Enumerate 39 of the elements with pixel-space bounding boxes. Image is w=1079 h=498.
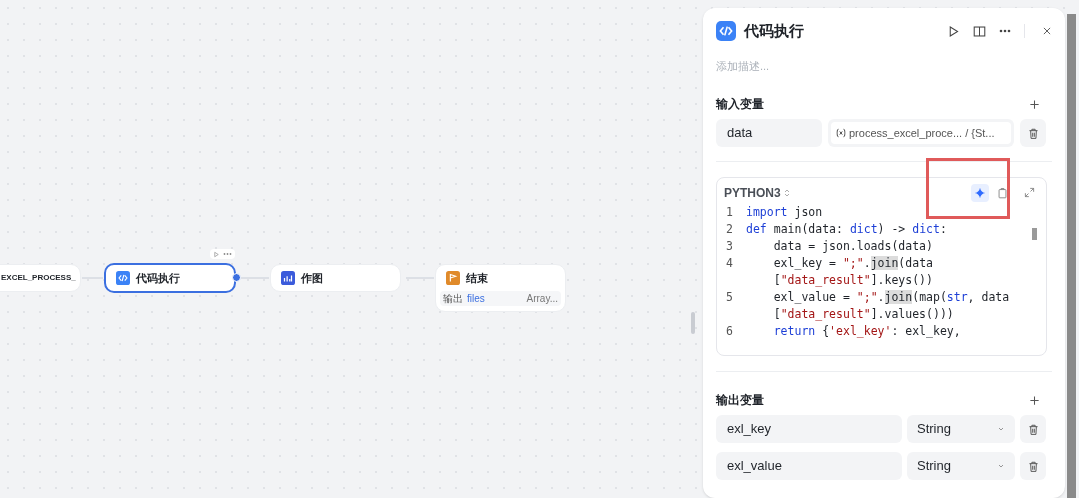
section-title: 输出变量	[716, 392, 764, 409]
output-name: files	[467, 292, 485, 306]
workflow-node[interactable]: EXCEL_PROCESS_	[0, 264, 81, 292]
code-line: def main(data: dict) -> dict:	[746, 221, 947, 238]
node-title: 作图	[301, 270, 323, 286]
line-number: 3	[725, 238, 734, 255]
node-title: 结束	[466, 270, 488, 286]
workflow-node[interactable]: 作图	[270, 264, 401, 292]
type-select[interactable]: String	[907, 415, 1015, 443]
code-line: return {'exl_key': exl_key,	[772, 323, 961, 340]
panel-title: 代码执行	[744, 20, 804, 41]
output-type: Array...	[526, 292, 558, 306]
reference-text: process_excel_proce... / {St...	[849, 125, 995, 141]
variable-name-field[interactable]: exl_value	[716, 452, 902, 480]
node-title: 代码执行	[136, 270, 180, 286]
reference-field[interactable]: process_excel_proce... / {St...	[828, 119, 1014, 147]
workflow-node[interactable]: 代码执行	[104, 263, 236, 293]
variable-name-field[interactable]: exl_key	[716, 415, 902, 443]
section-title: 输入变量	[716, 96, 764, 113]
line-number: 4	[725, 255, 734, 272]
code-line: data = json.loads(data)	[772, 238, 933, 255]
output-label: 输出	[443, 292, 463, 306]
line-number: 5	[725, 289, 734, 306]
line-number: 6	[725, 323, 734, 340]
type-select[interactable]: String	[907, 452, 1015, 480]
language-selector[interactable]: PYTHON3	[724, 183, 781, 202]
description-field[interactable]: 添加描述...	[716, 56, 1052, 76]
workflow-node[interactable]: 结束 输出 files Array...	[435, 264, 566, 312]
line-number: 2	[725, 221, 734, 238]
code-line: exl_value = ";".join(map(str, data	[772, 289, 1010, 306]
line-number: 1	[725, 204, 734, 221]
code-line: ["data_result"].values()))	[772, 306, 954, 323]
code-line: import json	[746, 204, 823, 221]
code-line: exl_key = ";".join(data	[772, 255, 933, 272]
node-title: EXCEL_PROCESS_	[1, 272, 76, 284]
variable-name-field[interactable]: data	[716, 119, 822, 147]
code-line: ["data_result"].keys())	[772, 272, 933, 289]
type-value: String	[917, 457, 951, 476]
type-value: String	[917, 420, 951, 439]
